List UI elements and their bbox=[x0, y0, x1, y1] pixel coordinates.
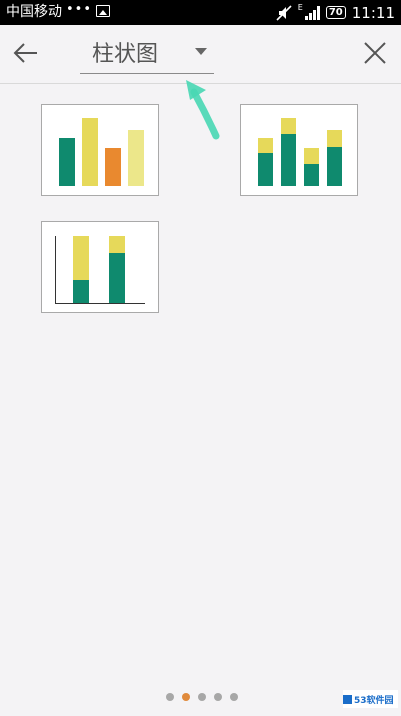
page-dot[interactable] bbox=[166, 693, 174, 701]
bar-segment bbox=[258, 153, 273, 186]
page-dot-active[interactable] bbox=[182, 693, 190, 701]
thumbnail-stacked-column[interactable] bbox=[240, 104, 358, 196]
page-dot[interactable] bbox=[198, 693, 206, 701]
bar-segment bbox=[73, 280, 89, 303]
clock: 11:11 bbox=[351, 3, 395, 22]
close-button[interactable] bbox=[361, 39, 389, 67]
bar bbox=[128, 130, 144, 186]
status-icons: E 70 11:11 bbox=[276, 2, 395, 23]
bar-segment bbox=[304, 148, 319, 164]
watermark-logo-icon bbox=[343, 694, 352, 704]
bar-segment bbox=[327, 147, 342, 186]
bar-segment bbox=[73, 236, 89, 280]
chart-type-label: 柱状图 bbox=[92, 42, 159, 67]
x-axis bbox=[55, 303, 145, 304]
battery-icon: 70 bbox=[325, 6, 346, 19]
page-indicator bbox=[166, 693, 238, 701]
watermark-text: 53软件园 bbox=[354, 695, 394, 706]
bar bbox=[105, 148, 121, 186]
bar-segment bbox=[109, 253, 125, 303]
y-axis bbox=[55, 236, 56, 304]
bar bbox=[59, 138, 75, 186]
watermark: 53软件园 bbox=[343, 690, 398, 708]
mute-icon bbox=[276, 4, 292, 21]
bar-segment bbox=[258, 138, 273, 153]
back-arrow-icon bbox=[13, 43, 37, 63]
close-icon bbox=[364, 42, 386, 64]
thumbnail-clustered-column[interactable] bbox=[41, 104, 159, 196]
bar-segment bbox=[327, 130, 342, 147]
annotation-arrow bbox=[186, 80, 220, 140]
more-notifications-icon: ••• bbox=[66, 2, 93, 17]
image-notification-icon bbox=[96, 5, 110, 17]
page-dot[interactable] bbox=[214, 693, 222, 701]
chart-type-dropdown[interactable]: 柱状图 bbox=[80, 39, 214, 74]
bar-segment bbox=[109, 236, 125, 253]
network-type: E bbox=[297, 3, 303, 12]
bar-segment bbox=[281, 134, 296, 186]
bar-segment bbox=[281, 118, 296, 134]
back-button[interactable] bbox=[10, 37, 42, 69]
status-bar: 中国移动 ••• E 70 11:11 bbox=[0, 0, 401, 25]
page-dot[interactable] bbox=[230, 693, 238, 701]
bar bbox=[82, 118, 98, 186]
thumbnail-percent-stacked-column[interactable] bbox=[41, 221, 159, 313]
signal-icon bbox=[304, 5, 320, 20]
bar-segment bbox=[304, 164, 319, 186]
caret-down-icon bbox=[195, 48, 207, 55]
carrier-label: 中国移动 bbox=[6, 4, 62, 20]
